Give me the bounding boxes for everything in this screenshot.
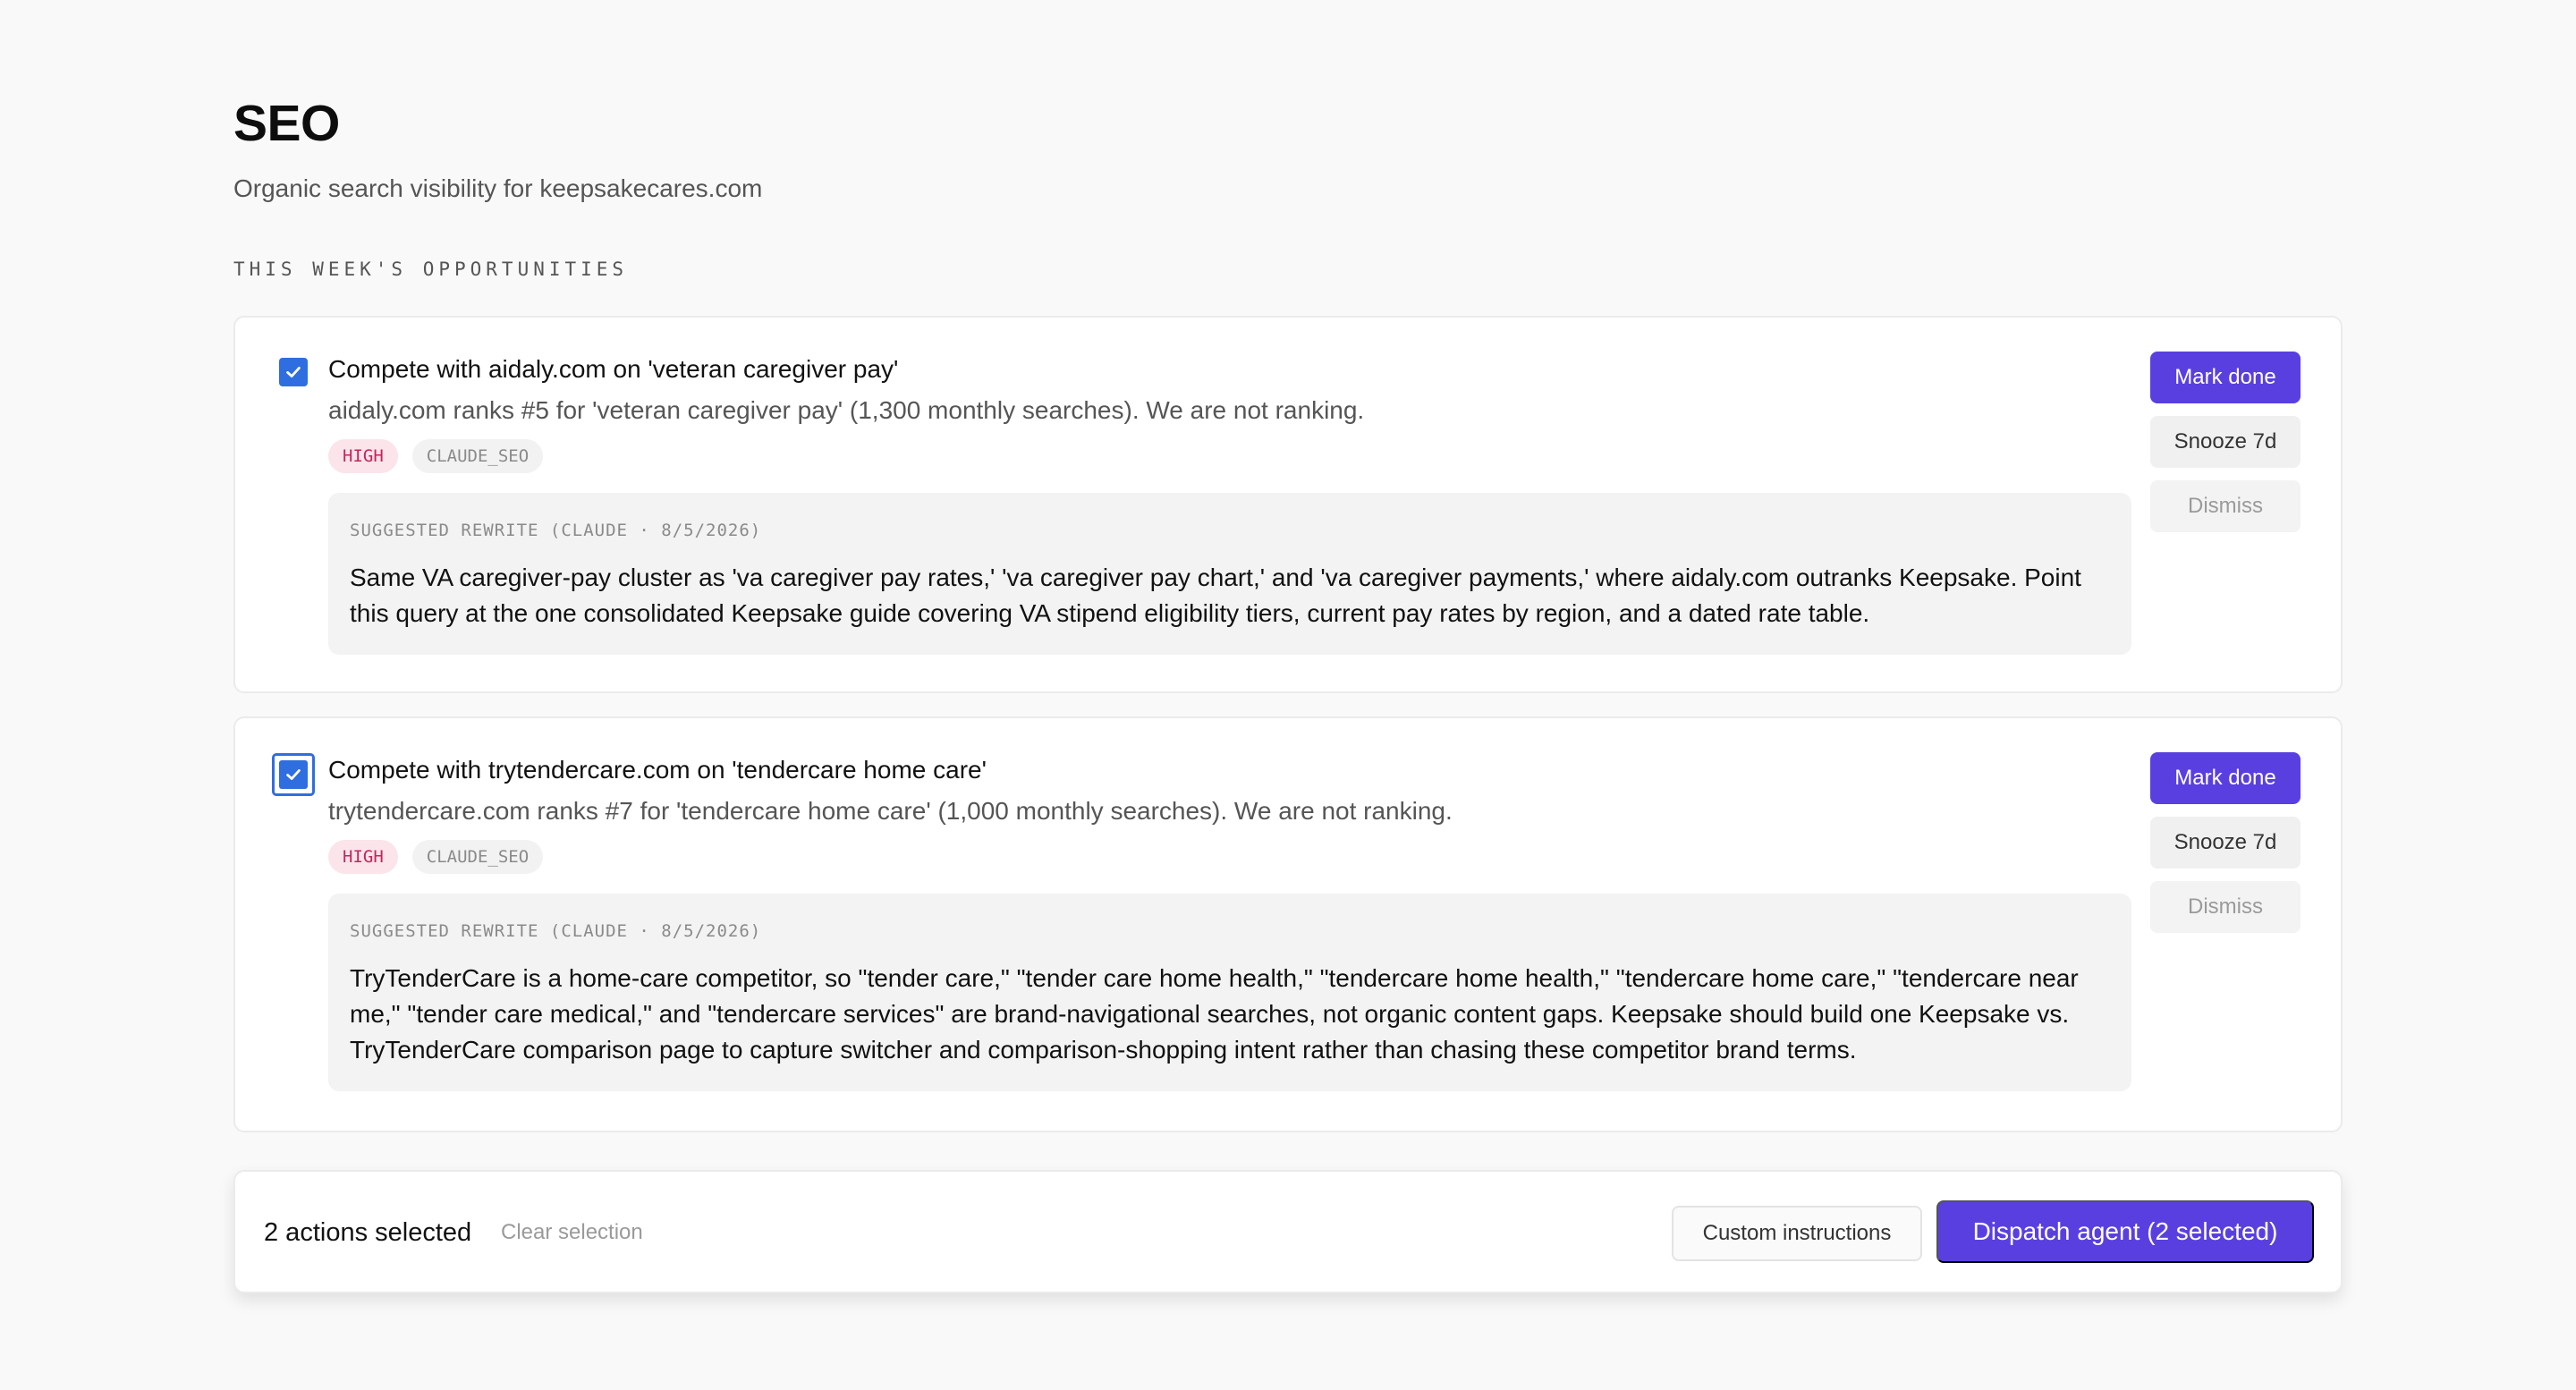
opportunity-title: Compete with trytendercare.com on 'tende… — [328, 756, 987, 784]
selection-action-bar: 2 actions selected Clear selection Custo… — [233, 1170, 2343, 1293]
card-body: Compete with trytendercare.com on 'tende… — [328, 754, 2131, 1091]
rewrite-text: Same VA caregiver-pay cluster as 'va car… — [350, 564, 2081, 627]
card-actions: Mark done Snooze 7d Dismiss — [2150, 752, 2301, 933]
source-badge: CLAUDE_SEO — [411, 439, 544, 473]
rewrite-text: TryTenderCare is a home-care competitor,… — [350, 964, 2079, 1064]
checkmark-icon — [286, 367, 301, 377]
dismiss-button[interactable]: Dismiss — [2150, 480, 2301, 532]
card-body: Compete with aidaly.com on 'veteran care… — [328, 353, 2131, 655]
checkbox-fill — [279, 760, 308, 789]
opportunity-card: Compete with aidaly.com on 'veteran care… — [233, 316, 2343, 693]
page-subtitle: Organic search visibility for keepsakeca… — [233, 174, 763, 202]
opportunity-description: trytendercare.com ranks #7 for 'tenderca… — [328, 797, 1453, 825]
select-checkbox[interactable] — [272, 753, 315, 796]
page-title: SEO — [233, 95, 340, 152]
clear-selection-link[interactable]: Clear selection — [501, 1219, 643, 1246]
custom-instructions-button[interactable]: Custom instructions — [1672, 1206, 1922, 1261]
badge-row: HIGH CLAUDE_SEO — [328, 840, 2131, 874]
source-badge: CLAUDE_SEO — [411, 840, 544, 874]
priority-badge: HIGH — [328, 439, 398, 473]
opportunity-title: Compete with aidaly.com on 'veteran care… — [328, 355, 899, 383]
opportunity-card: Compete with trytendercare.com on 'tende… — [233, 716, 2343, 1132]
mark-done-button[interactable]: Mark done — [2150, 352, 2301, 403]
badge-row: HIGH CLAUDE_SEO — [328, 439, 2131, 473]
dispatch-agent-button[interactable]: Dispatch agent (2 selected) — [1936, 1200, 2314, 1263]
opportunity-description: aidaly.com ranks #5 for 'veteran caregiv… — [328, 396, 1365, 424]
suggested-rewrite: SUGGESTED REWRITE (CLAUDE · 8/5/2026) Tr… — [328, 894, 2131, 1091]
suggested-rewrite: SUGGESTED REWRITE (CLAUDE · 8/5/2026) Sa… — [328, 493, 2131, 655]
snooze-button[interactable]: Snooze 7d — [2150, 817, 2301, 869]
section-label: THIS WEEK'S OPPORTUNITIES — [233, 259, 629, 280]
seo-page: SEO Organic search visibility for keepsa… — [233, 89, 2343, 1293]
rewrite-label: SUGGESTED REWRITE (CLAUDE · 8/5/2026) — [350, 921, 762, 941]
rewrite-label: SUGGESTED REWRITE (CLAUDE · 8/5/2026) — [350, 521, 762, 540]
priority-badge: HIGH — [328, 840, 398, 874]
mark-done-button[interactable]: Mark done — [2150, 752, 2301, 804]
checkmark-icon — [286, 769, 301, 780]
card-actions: Mark done Snooze 7d Dismiss — [2150, 352, 2301, 532]
selected-count: 2 actions selected — [264, 1218, 472, 1247]
dismiss-button[interactable]: Dismiss — [2150, 881, 2301, 933]
select-checkbox[interactable] — [279, 358, 308, 386]
snooze-button[interactable]: Snooze 7d — [2150, 416, 2301, 468]
